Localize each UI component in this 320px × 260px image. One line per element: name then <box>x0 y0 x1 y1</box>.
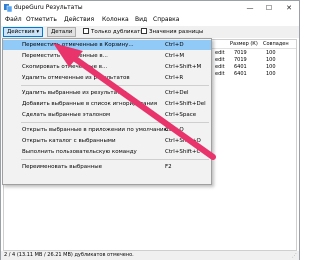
column-header-size[interactable]: Размер (К) <box>230 41 258 48</box>
column-header-match[interactable]: Совпаден <box>263 41 289 48</box>
menu-actions[interactable]: Действия <box>62 16 96 24</box>
menu-column[interactable]: Колонка <box>100 16 131 24</box>
dupeguru-app-icon <box>4 4 12 12</box>
minimize-button[interactable]: — <box>242 1 258 15</box>
menu-item-open-default-app[interactable]: Открыть выбранные в приложении по умолча… <box>3 125 211 135</box>
close-button[interactable]: ✕ <box>281 1 297 15</box>
cell-size: 6401 <box>234 64 247 70</box>
menu-item-shortcut: Ctrl+Del <box>165 90 189 96</box>
menu-item-copy-marked[interactable]: Скопировать отмеченные в... Ctrl+Shift+M <box>3 62 211 72</box>
cell-match: 100 <box>266 50 276 56</box>
menu-item-remove-selected[interactable]: Удалить выбранные из результатов Ctrl+De… <box>3 88 211 98</box>
menu-item-open-containing-folder[interactable]: Открыть каталог с выбранными Ctrl+Shift+… <box>3 136 211 146</box>
menu-item-send-marked-to-trash[interactable]: Переместить отмеченные в Корзину... Ctrl… <box>3 40 211 50</box>
menu-item-label: Переименовать выбранные <box>22 164 103 170</box>
cell-size: 7019 <box>234 57 247 63</box>
menu-item-shortcut: Ctrl+Shift+C <box>165 149 201 155</box>
menu-item-label: Удалить выбранные из результатов <box>22 90 127 96</box>
dupes-only-toggle[interactable]: Только дубликаты <box>83 27 145 36</box>
menu-item-label: Переместить отмеченные в Корзину... <box>22 42 134 48</box>
menu-item-label: Открыть каталог с выбранными <box>22 138 116 144</box>
menu-item-add-to-ignore-list[interactable]: Добавить выбранные в список игнорировани… <box>3 99 211 109</box>
menu-item-label: Открыть выбранные в приложении по умолча… <box>22 127 169 133</box>
menu-item-label: Сделать выбранные эталоном <box>22 112 111 118</box>
menu-item-shortcut: Ctrl+Shift+M <box>165 64 202 70</box>
menu-item-remove-marked[interactable]: Удалить отмеченные из результатов Ctrl+R <box>3 73 211 83</box>
toolbar: Действия ▾ Детали Только дубликаты Значе… <box>1 26 299 38</box>
menu-item-shortcut: Ctrl+Shift+Del <box>165 101 206 107</box>
cell-match: 100 <box>266 57 276 63</box>
menu-item-make-reference[interactable]: Сделать выбранные эталоном Ctrl+Space <box>3 110 211 120</box>
status-text: 2 / 4 (13.11 MB / 26.21 MB) дубликатов о… <box>4 252 134 258</box>
status-bar: 2 / 4 (13.11 MB / 26.21 MB) дубликатов о… <box>1 251 299 260</box>
size-grip-icon[interactable]: ⋰ <box>292 253 297 259</box>
menu-item-shortcut: Ctrl+Space <box>165 112 197 118</box>
details-button[interactable]: Детали <box>47 27 77 37</box>
checkbox-icon <box>141 27 147 34</box>
menu-separator <box>21 159 209 160</box>
cell-name: edit <box>215 64 225 70</box>
cell-name: edit <box>215 71 225 77</box>
menu-separator <box>21 85 209 86</box>
menu-separator <box>21 122 209 123</box>
menu-mark[interactable]: Отметить <box>24 16 59 24</box>
menu-item-label: Добавить выбранные в список игнорировани… <box>22 101 158 107</box>
menu-item-invoke-custom-command[interactable]: Выполнить пользовательскую команду Ctrl+… <box>3 147 211 157</box>
main-window: dupeGuru Результаты — ☐ ✕ Файл Отметить … <box>0 0 300 260</box>
actions-button[interactable]: Действия ▾ <box>3 27 44 37</box>
menu-item-shortcut: Ctrl+R <box>165 75 184 81</box>
dupes-only-label: Только дубликаты <box>91 29 145 35</box>
cell-name: edit <box>215 57 225 63</box>
menu-item-label: Выполнить пользовательскую команду <box>22 149 137 155</box>
cell-size: 6401 <box>234 71 247 77</box>
cell-match: 100 <box>266 64 276 70</box>
cell-name: edit <box>215 50 225 56</box>
menu-item-label: Переместить отмеченные в... <box>22 53 108 59</box>
menu-item-shortcut: Ctrl+M <box>165 53 185 59</box>
menu-item-move-marked[interactable]: Переместить отмеченные в... Ctrl+M <box>3 51 211 61</box>
delta-values-toggle[interactable]: Значения разницы <box>141 27 204 36</box>
menu-item-shortcut: Ctrl+D <box>165 42 184 48</box>
title-bar: dupeGuru Результаты — ☐ ✕ <box>1 1 299 15</box>
menu-help[interactable]: Справка <box>151 16 181 24</box>
checkbox-icon <box>83 27 89 34</box>
menu-item-shortcut: Ctrl+O <box>165 127 184 133</box>
menu-item-label: Удалить отмеченные из результатов <box>22 75 130 81</box>
cell-match: 100 <box>266 71 276 77</box>
delta-values-label: Значения разницы <box>149 29 204 35</box>
menu-file[interactable]: Файл <box>3 16 24 24</box>
actions-dropdown-menu: Переместить отмеченные в Корзину... Ctrl… <box>2 38 212 185</box>
menu-item-shortcut: Ctrl+Shift+O <box>165 138 201 144</box>
window-title: dupeGuru Результаты <box>14 4 83 11</box>
cell-size: 7019 <box>234 50 247 56</box>
menu-item-shortcut: F2 <box>165 164 172 170</box>
menu-view[interactable]: Вид <box>133 16 149 24</box>
menu-bar: Файл Отметить Действия Колонка Вид Справ… <box>1 15 299 25</box>
maximize-button[interactable]: ☐ <box>261 1 277 15</box>
menu-item-label: Скопировать отмеченные в... <box>22 64 108 70</box>
menu-item-rename-selected[interactable]: Переименовать выбранные F2 <box>3 162 211 172</box>
